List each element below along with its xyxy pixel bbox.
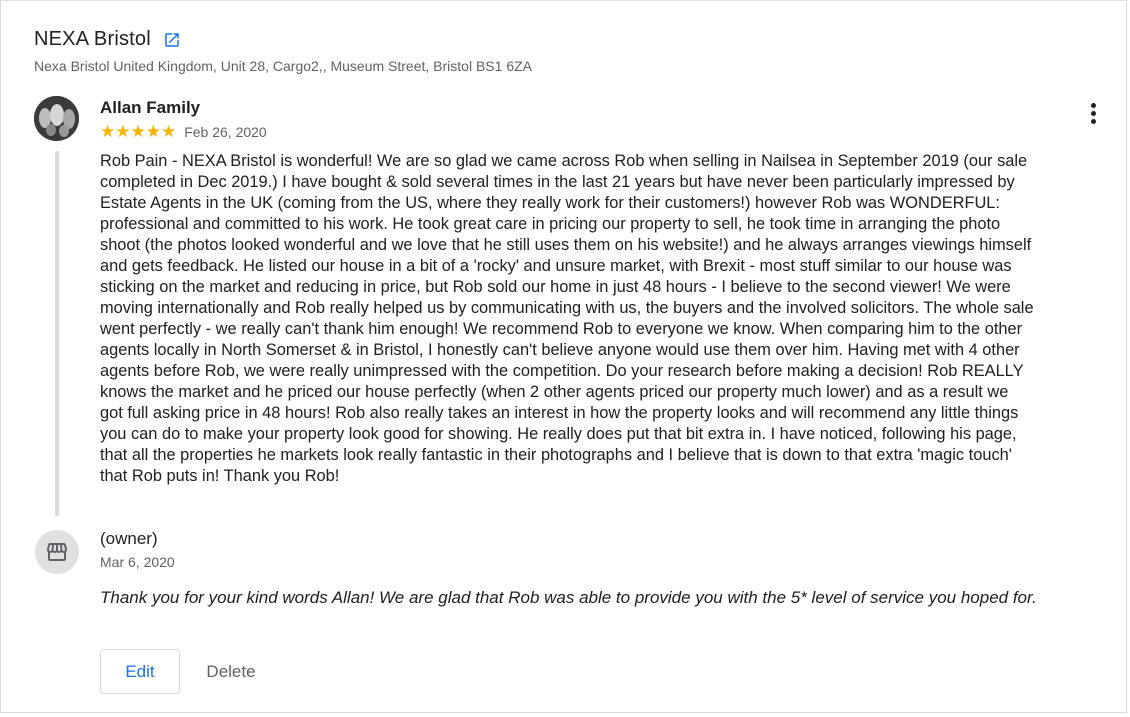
thread-line <box>55 151 59 516</box>
business-address: Nexa Bristol United Kingdom, Unit 28, Ca… <box>34 58 532 74</box>
delete-button[interactable]: Delete <box>191 649 271 694</box>
reviewer-avatar[interactable] <box>34 96 79 141</box>
more-vert-icon[interactable] <box>1083 103 1103 127</box>
review-date: Feb 26, 2020 <box>184 124 267 140</box>
rating-row: ★★★★★ Feb 26, 2020 <box>100 122 267 142</box>
edit-button[interactable]: Edit <box>100 649 180 694</box>
review-card: NEXA Bristol Nexa Bristol United Kingdom… <box>0 0 1127 713</box>
open-in-new-icon[interactable] <box>163 31 181 49</box>
business-header: NEXA Bristol <box>34 28 181 51</box>
reply-date: Mar 6, 2020 <box>100 554 175 570</box>
storefront-icon <box>35 530 79 574</box>
owner-reply-text: Thank you for your kind words Allan! We … <box>100 588 1037 607</box>
star-rating: ★★★★★ <box>100 122 177 141</box>
business-name: NEXA Bristol <box>34 28 151 50</box>
reviewer-name[interactable]: Allan Family <box>100 98 200 118</box>
review-text: Rob Pain - NEXA Bristol is wonderful! We… <box>100 152 1034 485</box>
owner-label: (owner) <box>100 529 158 548</box>
